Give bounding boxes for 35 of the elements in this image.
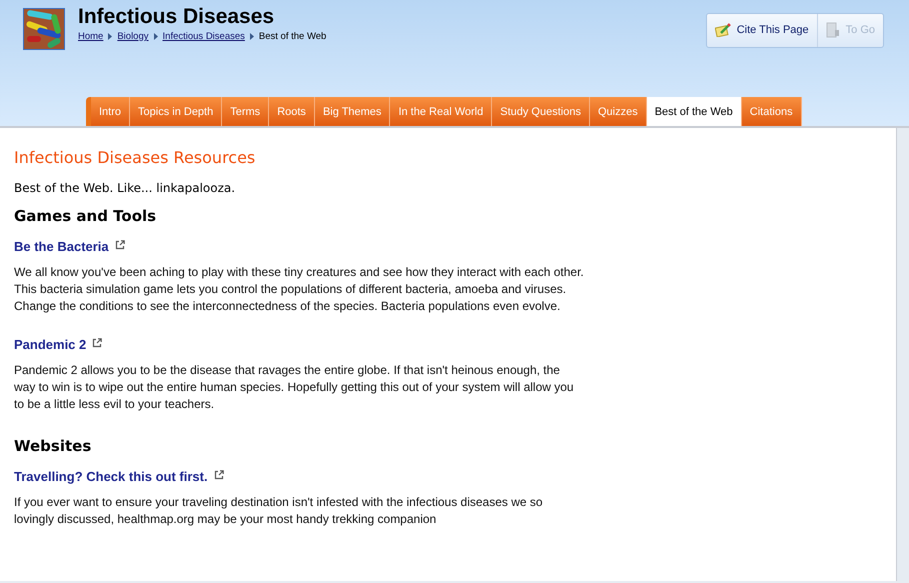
nav-tab[interactable]: Best of the Web bbox=[646, 97, 742, 126]
nav-tab[interactable]: Citations bbox=[742, 97, 802, 126]
resource-link[interactable]: Be the Bacteria bbox=[14, 239, 109, 254]
external-link-icon bbox=[92, 338, 102, 348]
device-icon bbox=[826, 22, 840, 38]
bacteria-logo-icon bbox=[23, 8, 65, 50]
nav-tab[interactable]: Roots bbox=[269, 97, 315, 126]
page-title: Infectious Diseases bbox=[78, 6, 276, 28]
intro-text: Best of the Web. Like... linkapalooza. bbox=[14, 181, 236, 195]
nav-tab[interactable]: Terms bbox=[222, 97, 270, 126]
breadcrumb-current: Best of the Web bbox=[258, 31, 326, 42]
nav-tab[interactable]: Topics in Depth bbox=[130, 97, 222, 126]
breadcrumb-link[interactable]: Biology bbox=[117, 31, 149, 42]
external-link-icon bbox=[114, 240, 125, 250]
nav-tab[interactable]: Intro bbox=[91, 97, 130, 126]
breadcrumb-arrow-icon bbox=[154, 33, 158, 40]
nav-tab[interactable]: Study Questions bbox=[492, 97, 590, 126]
nav-tab[interactable]: In the Real World bbox=[390, 97, 492, 126]
section-heading: Infectious Diseases Resources bbox=[14, 148, 256, 167]
breadcrumb-link[interactable]: Home bbox=[78, 31, 104, 42]
nav-tab[interactable]: Quizzes bbox=[590, 97, 647, 126]
nav-tab[interactable]: Big Themes bbox=[314, 97, 390, 126]
external-link-icon bbox=[214, 470, 224, 480]
resource-description: Pandemic 2 allows you to be the disease that ravages the entire globe. If that isn't heinous enough, the way to win is to wipe out the entire human species. Hopefully getting this out of your system will allow you to be a little less evil to your teachers. bbox=[14, 362, 575, 413]
subsection-heading: Games and Tools bbox=[14, 207, 158, 225]
breadcrumb-arrow-icon bbox=[108, 33, 112, 40]
breadcrumb-link[interactable]: Infectious Diseases bbox=[162, 31, 245, 42]
resource-description: We all know you've been aching to play with these tiny creatures and see how they interact with each other. This bacteria simulation game lets you control the populations of different bacteria, amoeba and viruses. Change the conditions to see the interconnectedness of the species. Bacteria populations even evolve. bbox=[14, 264, 584, 315]
resource-link[interactable]: Travelling? Check this out first. bbox=[14, 469, 208, 484]
resource-link[interactable]: Pandemic 2 bbox=[14, 337, 86, 352]
action-button[interactable]: Cite This Page bbox=[706, 14, 817, 47]
notepad-pencil-icon bbox=[714, 23, 731, 37]
subsection-heading: Websites bbox=[14, 437, 92, 455]
breadcrumb-arrow-icon bbox=[250, 33, 254, 40]
resource-description: If you ever want to ensure your traveling destination isn't infested with the infectious diseases we so lovingly discussed, healthmap.org may be your most handy trekking companion bbox=[14, 494, 544, 528]
